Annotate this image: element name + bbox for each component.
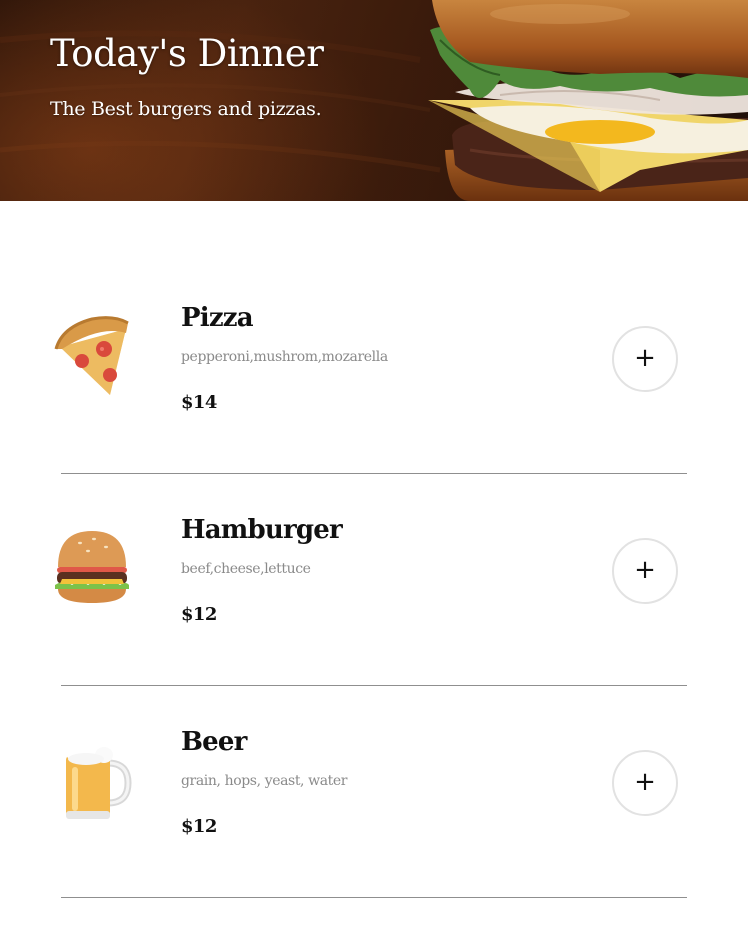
page-subtitle: The Best burgers and pizzas. (50, 98, 322, 120)
beer-mug-icon (66, 739, 132, 819)
menu-item-beer: Beer grain, hops, yeast, water $12 + (0, 687, 748, 899)
item-description: pepperoni,mushrom,mozarella (181, 349, 388, 365)
item-name: Beer (181, 727, 247, 757)
hamburger-icon (55, 531, 129, 603)
plus-icon: + (634, 767, 656, 797)
item-description: beef,cheese,lettuce (181, 561, 311, 577)
plus-icon: + (634, 555, 656, 585)
hero-banner: Today's Dinner The Best burgers and pizz… (0, 0, 748, 201)
item-name: Hamburger (181, 515, 343, 545)
divider (61, 473, 687, 474)
add-beer-button[interactable]: + (612, 750, 678, 816)
item-price: $12 (181, 604, 217, 625)
divider (61, 897, 687, 898)
divider (61, 685, 687, 686)
item-price: $12 (181, 816, 217, 837)
menu-item-hamburger: Hamburger beef,cheese,lettuce $12 + (0, 475, 748, 687)
item-name: Pizza (181, 303, 254, 333)
pizza-slice-icon (54, 316, 129, 395)
add-hamburger-button[interactable]: + (612, 538, 678, 604)
page-title: Today's Dinner (50, 32, 324, 75)
item-description: grain, hops, yeast, water (181, 773, 348, 789)
add-pizza-button[interactable]: + (612, 326, 678, 392)
menu-item-pizza: Pizza pepperoni,mushrom,mozarella $14 + (0, 263, 748, 475)
plus-icon: + (634, 343, 656, 373)
item-price: $14 (181, 392, 217, 413)
